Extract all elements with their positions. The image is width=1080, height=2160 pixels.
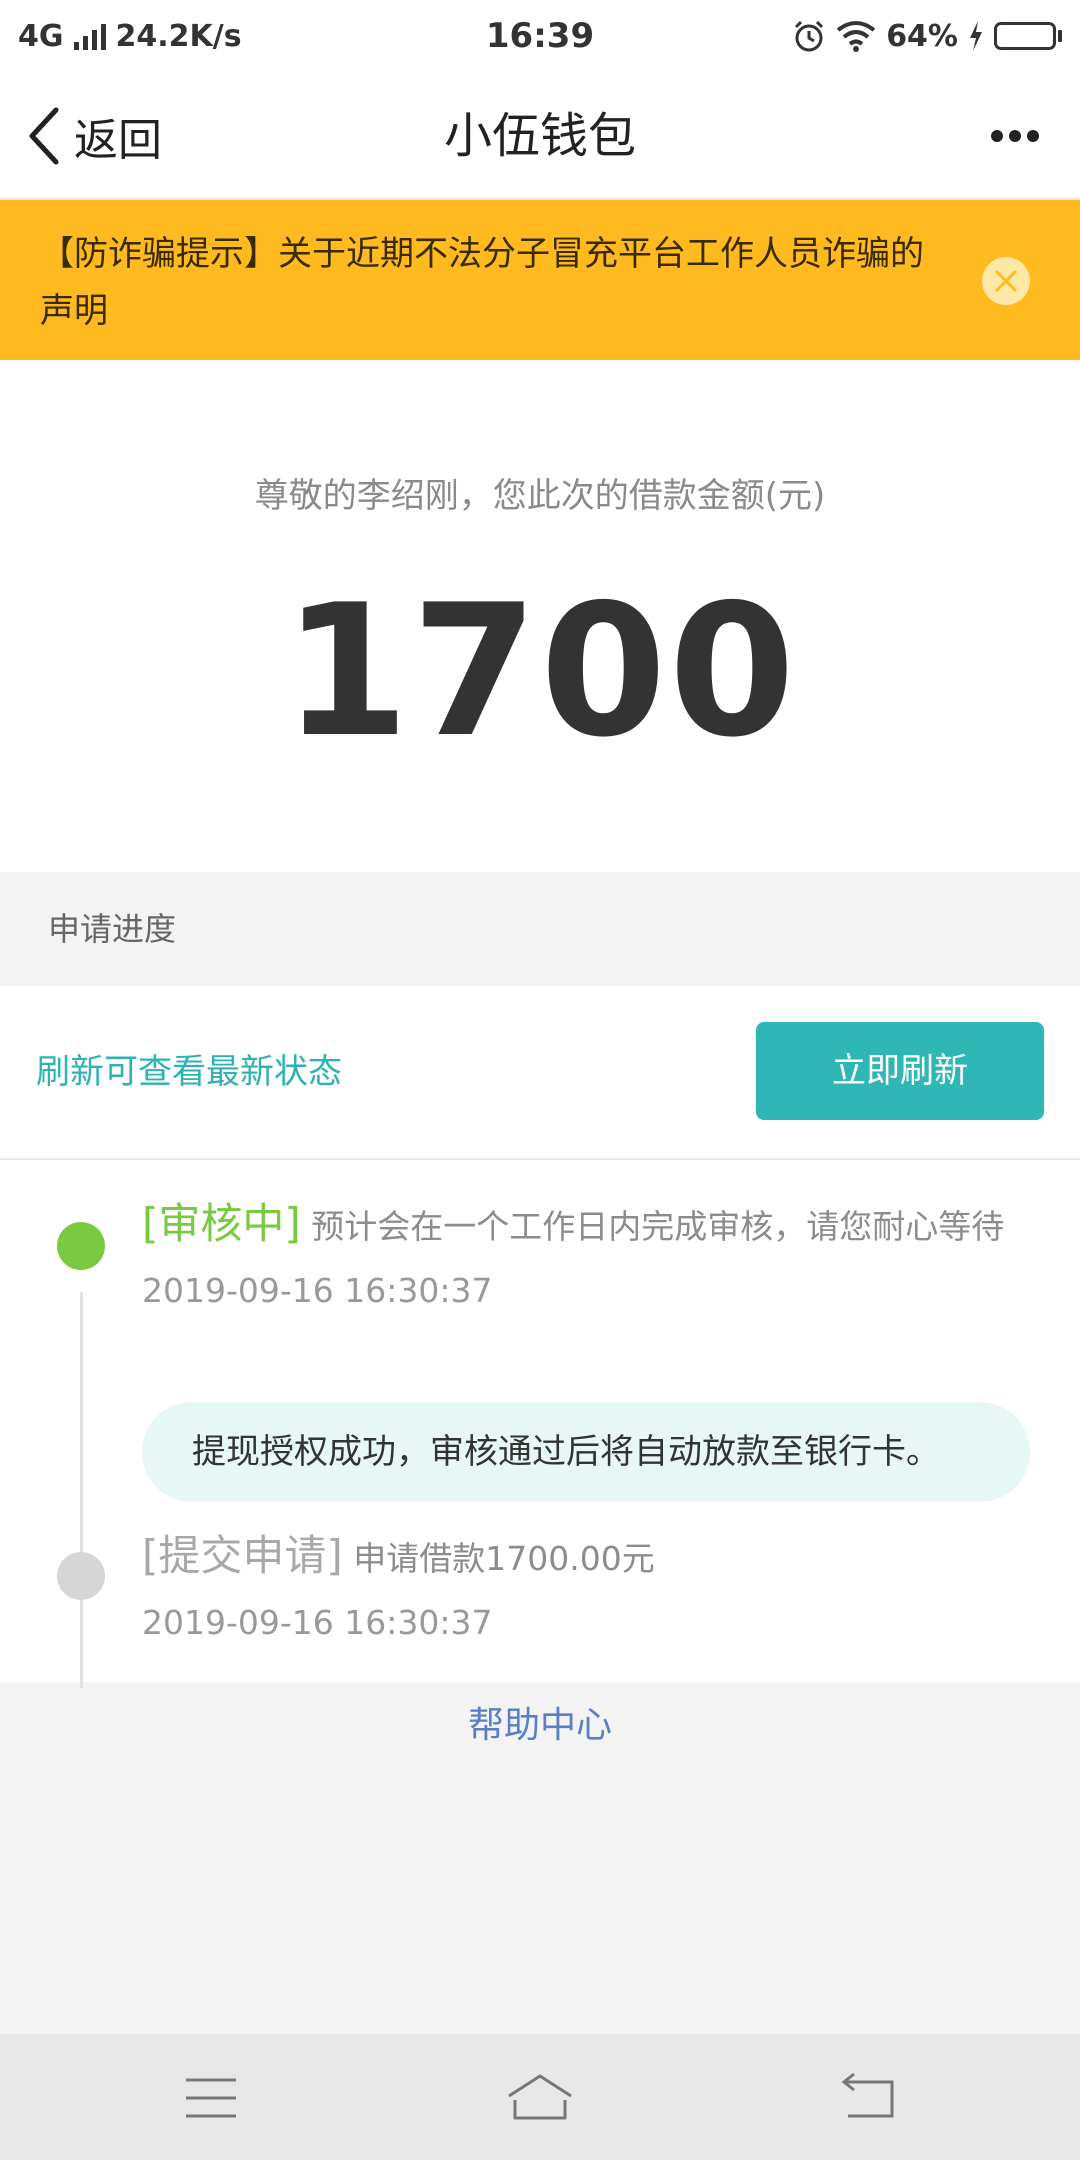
network-type: 4G [18, 18, 64, 54]
step-status: [审核中] [142, 1199, 301, 1248]
refresh-hint: 刷新可查看最新状态 [36, 1052, 342, 1092]
back-button[interactable]: 返回 [26, 72, 162, 200]
step-title: [提交申请] 申请借款1700.00元 [142, 1526, 1022, 1589]
network-speed: 24.2K/s [115, 18, 242, 54]
alarm-icon [795, 20, 824, 52]
progress-timeline: [审核中] 预计会在一个工作日内完成审核，请您耐心等待 2019-09-16 1… [0, 1160, 1080, 1688]
more-dots-icon [991, 130, 1039, 142]
authorization-message: 提现授权成功，审核通过后将自动放款至银行卡。 [142, 1402, 1030, 1502]
timeline-line [80, 1292, 83, 1688]
wifi-icon [836, 21, 876, 52]
battery-icon [994, 22, 1062, 50]
status-right: 64% [792, 19, 1062, 54]
nav-bar: 返回 小伍钱包 [0, 72, 1080, 200]
return-icon[interactable] [824, 2070, 914, 2126]
step-title: [审核中] 预计会在一个工作日内完成审核，请您耐心等待 [142, 1194, 1022, 1257]
progress-header: 申请进度 [0, 872, 1080, 986]
status-left: 4G 24.2K/s [18, 19, 242, 54]
back-label: 返回 [74, 115, 162, 166]
system-nav-bar [0, 2034, 1080, 2160]
close-icon [995, 270, 1017, 292]
step-desc: 申请借款1700.00元 [353, 1539, 655, 1578]
more-button[interactable] [990, 72, 1040, 200]
loan-greeting: 尊敬的李绍刚，您此次的借款金额(元) [254, 476, 826, 516]
help-center-link[interactable]: 帮助中心 [0, 1690, 1080, 1762]
refresh-button[interactable]: 立即刷新 [756, 1022, 1044, 1120]
step-time: 2019-09-16 16:30:37 [142, 1271, 493, 1310]
refresh-row: 刷新可查看最新状态 立即刷新 [0, 986, 1080, 1160]
step-status: [提交申请] [142, 1531, 343, 1580]
signal-icon [73, 22, 106, 50]
loan-amount: 1700 [282, 565, 798, 777]
step-time: 2019-09-16 16:30:37 [142, 1603, 493, 1642]
notice-close-button[interactable] [982, 257, 1030, 305]
menu-icon[interactable] [166, 2070, 256, 2126]
progress-header-label: 申请进度 [48, 910, 177, 948]
step-desc: 预计会在一个工作日内完成审核，请您耐心等待 [311, 1207, 1005, 1246]
inactive-step-dot [57, 1552, 105, 1600]
chevron-left-icon [29, 107, 59, 165]
loan-amount-section: 尊敬的李绍刚，您此次的借款金额(元) 1700 [0, 360, 1080, 872]
active-step-dot [57, 1222, 105, 1270]
charging-icon [970, 21, 982, 51]
fraud-notice-banner[interactable]: 【防诈骗提示】关于近期不法分子冒充平台工作人员诈骗的声明 [0, 200, 1080, 360]
battery-percent: 64% [886, 18, 958, 54]
timeline-step-submit: [提交申请] 申请借款1700.00元 2019-09-16 16:30:37 [142, 1526, 1022, 1651]
page-title: 小伍钱包 [443, 108, 636, 164]
timeline-step-review: [审核中] 预计会在一个工作日内完成审核，请您耐心等待 2019-09-16 1… [142, 1194, 1022, 1319]
notice-text[interactable]: 【防诈骗提示】关于近期不法分子冒充平台工作人员诈骗的声明 [40, 226, 950, 340]
status-bar: 4G 24.2K/s 16:39 64% [0, 0, 1080, 72]
home-icon[interactable] [495, 2070, 585, 2126]
